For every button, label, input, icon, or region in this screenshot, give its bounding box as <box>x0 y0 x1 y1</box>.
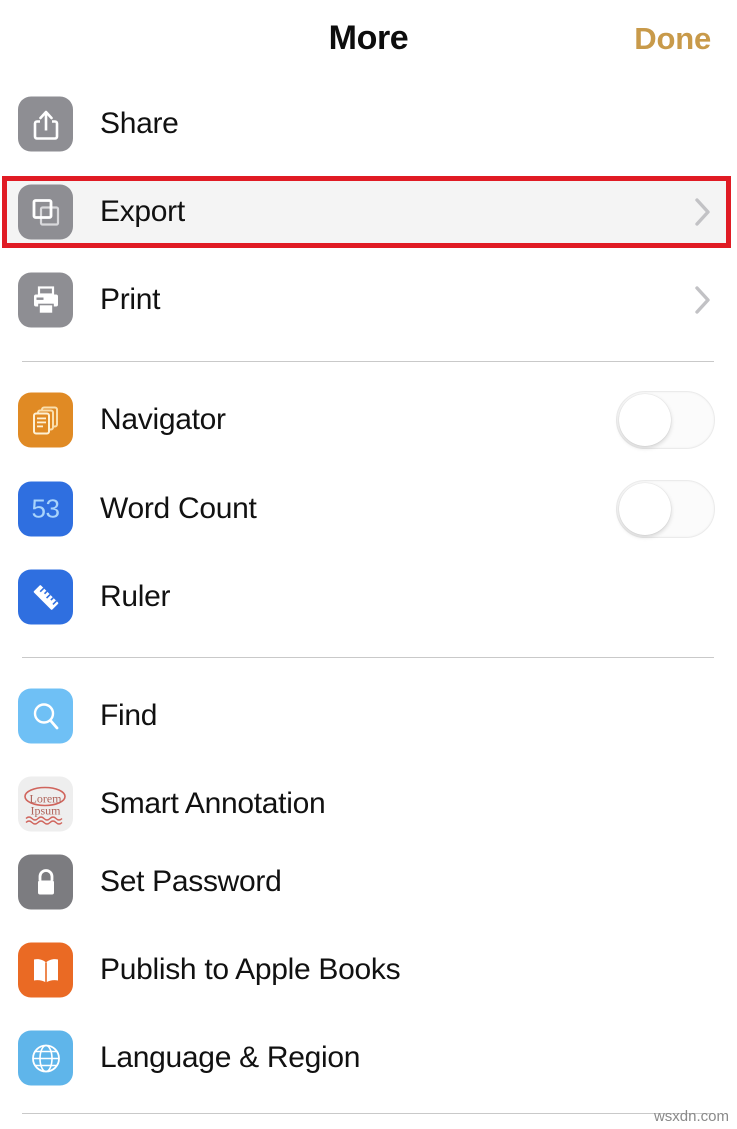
watermark: wsxdn.com <box>653 1108 729 1125</box>
list-item-navigator[interactable]: Navigator <box>0 384 737 456</box>
section-divider-3 <box>22 1113 714 1114</box>
toggle-knob <box>619 394 671 446</box>
done-button[interactable]: Done <box>634 21 711 57</box>
smart-annotation-icon: Lorem Ipsum <box>18 776 73 832</box>
list-item-label: Ruler <box>100 580 171 613</box>
word-count-value: 53 <box>31 493 60 524</box>
list-item-label: Export <box>100 195 185 228</box>
globe-icon <box>18 1030 73 1086</box>
screen-header: More Done <box>0 0 737 78</box>
lorem-ipsum-text: Lorem Ipsum <box>30 792 62 816</box>
list-item-label: Language & Region <box>100 1041 361 1074</box>
more-settings-screen: More Done Share Export Print Navigator 5… <box>0 0 737 1129</box>
word-count-icon: 53 <box>18 481 73 537</box>
list-item-label: Publish to Apple Books <box>100 953 401 986</box>
list-item-label: Share <box>100 107 179 140</box>
list-item-publish-apple-books[interactable]: Publish to Apple Books <box>0 934 737 1006</box>
list-item-language-region[interactable]: Language & Region <box>0 1022 737 1094</box>
list-item-label: Print <box>100 283 161 316</box>
lock-icon <box>18 854 73 910</box>
list-item-ruler[interactable]: Ruler <box>0 561 737 633</box>
share-icon <box>18 96 73 152</box>
print-icon <box>18 272 73 328</box>
list-item-label: Word Count <box>100 492 257 525</box>
list-item-print[interactable]: Print <box>0 264 737 336</box>
list-item-share[interactable]: Share <box>0 88 737 160</box>
toggle-knob <box>619 483 671 535</box>
word-count-toggle[interactable] <box>616 480 715 538</box>
navigator-toggle[interactable] <box>616 391 715 449</box>
lorem-ipsum-graphic: Lorem Ipsum <box>18 777 73 832</box>
list-item-label: Navigator <box>100 403 226 436</box>
ruler-icon <box>18 569 73 625</box>
list-item-label: Find <box>100 699 158 732</box>
chevron-right-icon <box>695 198 711 226</box>
lorem-line-2: Ipsum <box>30 803 61 817</box>
section-divider-1 <box>22 361 714 362</box>
list-item-word-count[interactable]: 53 Word Count <box>0 473 737 545</box>
list-item-find[interactable]: Find <box>0 680 737 752</box>
section-divider-2 <box>22 657 714 658</box>
chevron-right-icon <box>695 286 711 314</box>
list-item-smart-annotation[interactable]: Lorem Ipsum Smart Annotation <box>0 768 737 840</box>
list-item-label: Set Password <box>100 865 282 898</box>
navigator-icon <box>18 392 73 448</box>
list-item-set-password[interactable]: Set Password <box>0 846 737 918</box>
search-icon <box>18 688 73 744</box>
export-icon <box>18 184 73 240</box>
list-item-export[interactable]: Export <box>0 176 737 248</box>
list-item-label: Smart Annotation <box>100 787 326 820</box>
books-icon <box>18 942 73 998</box>
page-title: More <box>328 19 409 57</box>
